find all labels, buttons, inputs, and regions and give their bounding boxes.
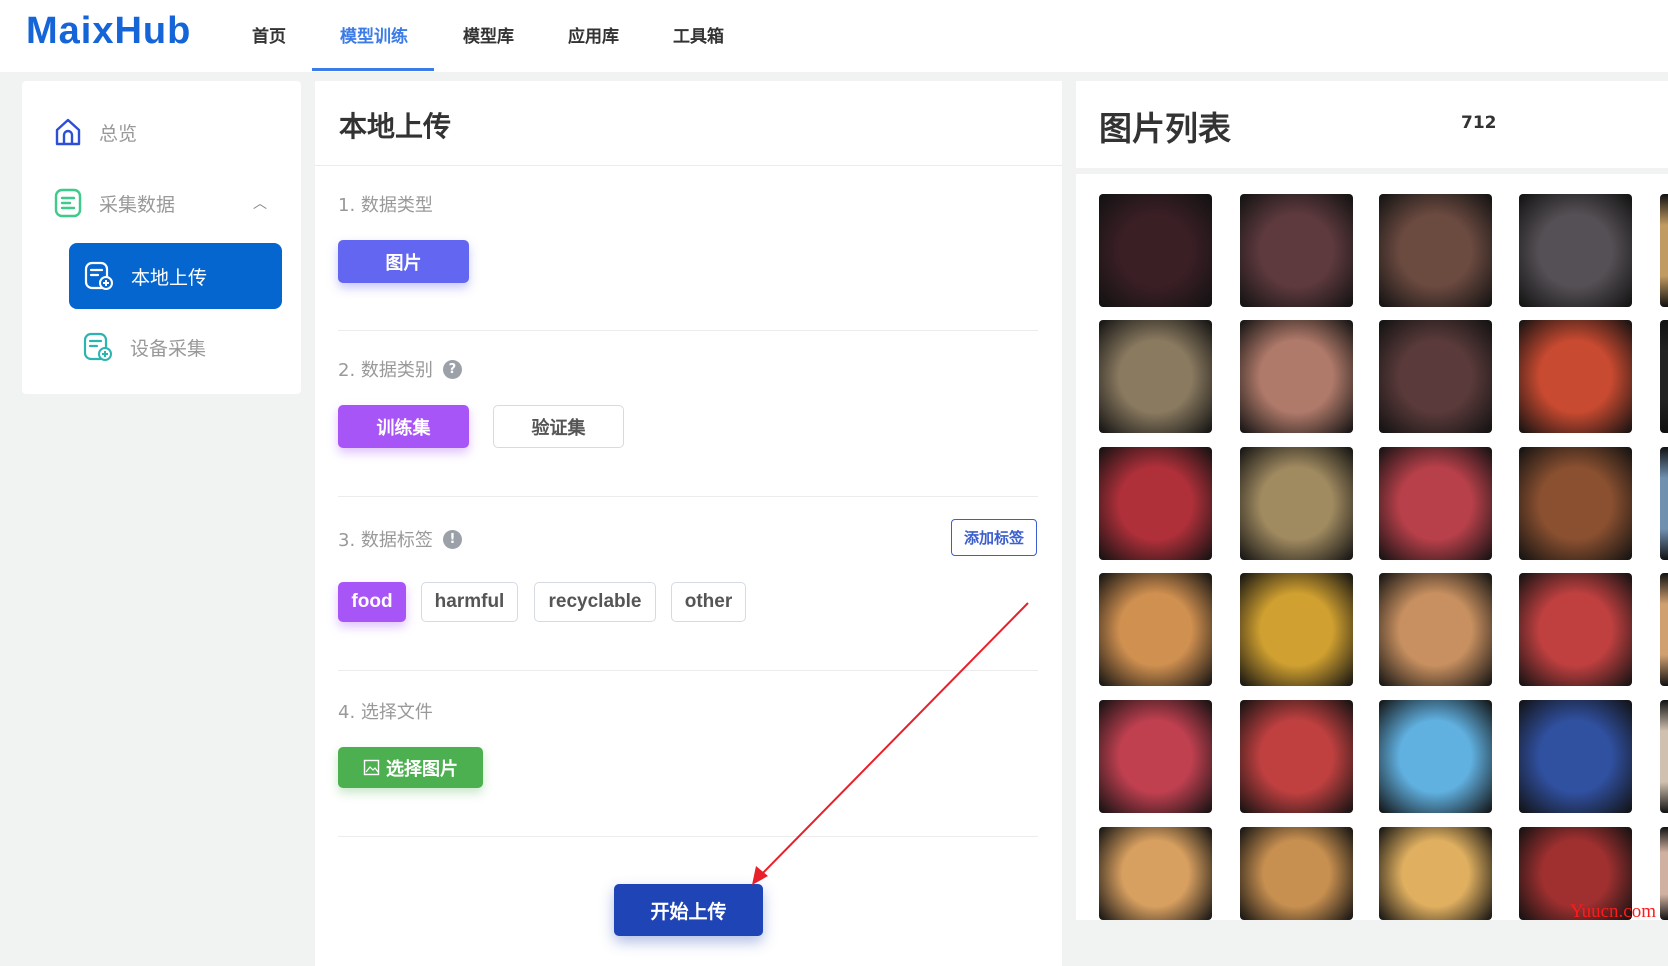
image-thumbnail[interactable]: [1379, 194, 1492, 307]
image-thumbnail[interactable]: [1240, 447, 1353, 560]
tag-other[interactable]: other: [671, 582, 746, 622]
divider: [338, 670, 1038, 671]
local-upload-panel: 本地上传 1. 数据类型 图片 2. 数据类别? 训练集 验证集 3. 数据标签…: [315, 81, 1062, 966]
divider: [315, 165, 1062, 166]
step-label: 4. 选择文件: [338, 702, 433, 723]
image-thumbnail[interactable]: [1519, 573, 1632, 686]
chevron-up-icon[interactable]: ︿: [253, 193, 267, 213]
image-thumbnail[interactable]: [1519, 320, 1632, 433]
image-thumbnail[interactable]: [1660, 700, 1668, 813]
step-data-type-label: 1. 数据类型: [338, 191, 433, 217]
image-thumbnail[interactable]: [1660, 320, 1668, 433]
info-icon[interactable]: !: [442, 529, 462, 549]
image-thumbnail[interactable]: [1099, 573, 1212, 686]
sidebar-item-collect-data[interactable]: 采集数据 ︿: [53, 188, 283, 218]
sidebar-item-label: 本地上传: [131, 266, 208, 289]
top-navbar: MaixHub 首页 模型训练 模型库 应用库 工具箱: [0, 0, 1668, 72]
sidebar: 总览 采集数据 ︿ 本地上传 设备采集: [22, 81, 301, 394]
image-thumbnail[interactable]: [1379, 700, 1492, 813]
image-thumbnail[interactable]: [1099, 827, 1212, 920]
sidebar-item-label: 设备采集: [130, 337, 207, 360]
image-thumbnail[interactable]: [1240, 827, 1353, 920]
logo[interactable]: MaixHub: [26, 10, 191, 53]
tag-food[interactable]: food: [338, 582, 406, 622]
image-thumbnail[interactable]: [1519, 194, 1632, 307]
select-images-button[interactable]: 选择图片: [338, 747, 483, 788]
tag-harmful[interactable]: harmful: [421, 582, 518, 622]
image-thumbnail[interactable]: [1519, 700, 1632, 813]
divider: [338, 330, 1038, 331]
sidebar-item-local-upload[interactable]: 本地上传: [69, 243, 282, 309]
help-icon[interactable]: ?: [442, 359, 462, 379]
tag-recyclable[interactable]: recyclable: [534, 582, 656, 622]
add-label-button[interactable]: 添加标签: [951, 519, 1037, 556]
home-icon: [55, 118, 81, 146]
step-data-labels-label: 3. 数据标签!: [338, 526, 462, 552]
sidebar-item-overview[interactable]: 总览: [53, 117, 137, 147]
image-thumbnail[interactable]: [1519, 447, 1632, 560]
image-list-title: 图片列表: [1099, 109, 1231, 148]
step-label: 2. 数据类别: [338, 360, 433, 381]
nav-toolbox[interactable]: 工具箱: [673, 22, 724, 47]
image-thumbnail[interactable]: [1379, 827, 1492, 920]
image-thumbnail[interactable]: [1379, 447, 1492, 560]
image-thumbnail[interactable]: [1379, 320, 1492, 433]
button-label: 选择图片: [386, 758, 458, 780]
sidebar-item-label: 总览: [99, 122, 138, 145]
image-thumbnail[interactable]: [1099, 194, 1212, 307]
divider: [1076, 168, 1668, 174]
image-thumbnail[interactable]: [1099, 447, 1212, 560]
image-thumbnail[interactable]: [1240, 320, 1353, 433]
image-thumbnail[interactable]: [1099, 320, 1212, 433]
divider: [338, 496, 1038, 497]
page-title: 本地上传: [339, 110, 452, 143]
device-file-icon: [83, 332, 112, 361]
nav-app-library[interactable]: 应用库: [568, 22, 619, 47]
step-label: 3. 数据标签: [338, 530, 433, 551]
step-data-category-label: 2. 数据类别?: [338, 356, 462, 382]
image-thumbnail[interactable]: [1240, 573, 1353, 686]
image-thumbnail[interactable]: [1660, 447, 1668, 560]
list-icon: [54, 188, 82, 218]
image-list-panel: 图片列表 712: [1076, 81, 1668, 920]
active-nav-indicator: [312, 68, 434, 71]
start-upload-button[interactable]: 开始上传: [614, 884, 763, 936]
image-thumbnail[interactable]: [1240, 700, 1353, 813]
sidebar-item-label: 采集数据: [99, 193, 176, 216]
image-thumbnail[interactable]: [1660, 194, 1668, 307]
nav-home[interactable]: 首页: [252, 22, 286, 47]
nav-model-training[interactable]: 模型训练: [340, 22, 408, 47]
image-thumbnail[interactable]: [1660, 827, 1668, 920]
image-thumbnail[interactable]: [1379, 573, 1492, 686]
upload-file-icon: [84, 261, 113, 290]
training-set-button[interactable]: 训练集: [338, 405, 469, 448]
image-count: 712: [1461, 113, 1497, 133]
watermark: Yuucn.com: [1570, 901, 1657, 922]
validation-set-button[interactable]: 验证集: [493, 405, 624, 448]
step-select-file-label: 4. 选择文件: [338, 698, 433, 724]
nav-model-library[interactable]: 模型库: [463, 22, 514, 47]
image-thumbnail[interactable]: [1240, 194, 1353, 307]
image-thumbnail[interactable]: [1099, 700, 1212, 813]
image-thumbnail[interactable]: [1660, 573, 1668, 686]
image-icon: [363, 759, 380, 776]
step-label: 1. 数据类型: [338, 195, 433, 216]
data-type-image-button[interactable]: 图片: [338, 240, 469, 283]
divider: [338, 836, 1038, 837]
sidebar-item-device-collect[interactable]: 设备采集: [82, 331, 206, 363]
